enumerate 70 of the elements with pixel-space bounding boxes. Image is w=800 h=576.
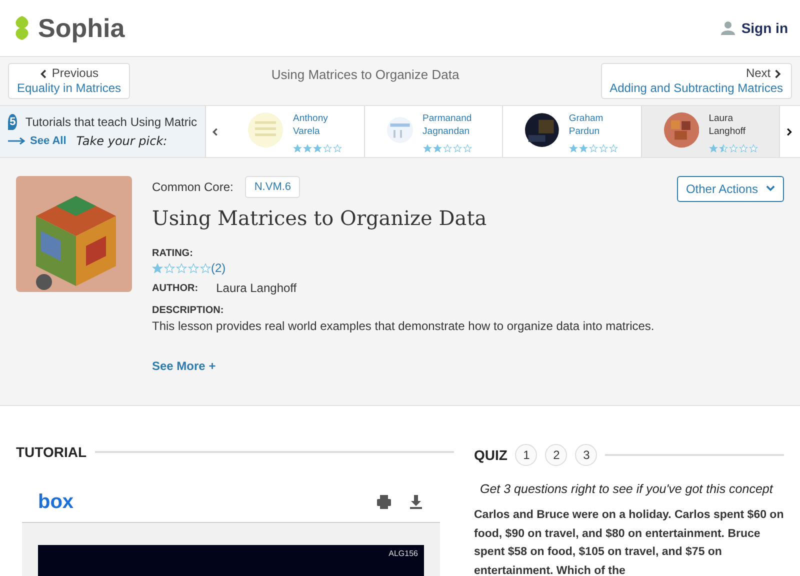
star-icon: [293, 144, 302, 153]
star-icon: [728, 144, 738, 153]
star-icon: [598, 144, 608, 153]
star-icon: [452, 144, 462, 153]
star-icon: [748, 144, 758, 153]
author-name: Laura Langhoff: [216, 281, 297, 295]
standard-tag[interactable]: N.VM.6: [245, 176, 300, 198]
slide-label: ALG156: [388, 549, 418, 560]
chevron-right-icon: [786, 126, 794, 136]
chevron-down-icon: [766, 184, 775, 194]
question-number[interactable]: 2: [545, 444, 568, 466]
next-button[interactable]: Next Adding and Subtracting Matrices: [600, 63, 792, 99]
sign-in-link[interactable]: Sign in: [741, 20, 788, 36]
star-icon: [588, 144, 598, 153]
tagline: Take your pick:: [76, 134, 168, 148]
arrow-icon: [8, 137, 26, 145]
author-name: Anthony Varela: [293, 112, 329, 138]
rating-count[interactable]: (2): [211, 261, 226, 275]
tutorial-heading: TUTORIAL: [16, 444, 87, 460]
star-icon: [422, 144, 432, 153]
star-icon: [200, 262, 211, 274]
star-icon: [738, 144, 748, 153]
see-all-link[interactable]: See All: [8, 135, 66, 147]
lesson-title: Using Matrices to Organize Data: [152, 206, 488, 230]
star-icon: [718, 144, 728, 153]
star-icon: [568, 144, 578, 153]
other-actions-button[interactable]: Other Actions: [676, 176, 784, 202]
star-icon: [152, 262, 163, 274]
star-icon: [708, 144, 718, 153]
author-name: Graham Pardun: [568, 112, 604, 138]
current-lesson-title: Using Matrices to Organize Data: [271, 67, 460, 82]
tutorial-card[interactable]: Anthony Varela: [226, 106, 364, 157]
question-text: Carlos and Bruce were on a holiday. Carlos spent $60 on food, $90 on travel, and $80 on entertainment. Bruce spent $58 on food, $105 on travel, and $75 on entertainment. Which of the: [474, 508, 784, 576]
previous-button[interactable]: Previous Equality in Matrices: [8, 63, 130, 99]
tutorials-heading: Tutorials that teach Using Matric: [25, 115, 197, 129]
see-more-link[interactable]: See More +: [152, 359, 657, 373]
chevron-left-icon: [40, 68, 48, 79]
author-name: Laura Langhoff: [708, 112, 746, 138]
chevron-left-icon: [212, 126, 220, 136]
question-number[interactable]: 1: [515, 444, 538, 466]
star-icon: [442, 144, 452, 153]
download-icon[interactable]: [408, 494, 424, 510]
star-icon: [608, 144, 618, 153]
common-core-label: Common Core:: [152, 180, 234, 194]
star-icon: [303, 144, 312, 153]
star-icon: [333, 144, 342, 153]
star-icon: [462, 144, 472, 153]
chevron-right-icon: [774, 68, 783, 79]
author-name: Parmanand Jagnandan: [422, 112, 473, 138]
star-icon: [313, 144, 322, 153]
description-text: This lesson provides real world examples that demonstrate how to organize data into matrices.: [152, 319, 656, 333]
user-icon: [721, 21, 736, 35]
tutorial-card[interactable]: Parmanand Jagnandan: [364, 106, 503, 157]
star-icon: [578, 144, 588, 153]
tutorial-card[interactable]: Laura Langhoff: [642, 106, 780, 157]
star-icon: [164, 262, 175, 274]
count-badge: 5: [8, 114, 18, 130]
description-label: DESCRIPTION:: [152, 305, 225, 316]
tutorial-card[interactable]: Graham Pardun: [503, 106, 642, 157]
author-label: AUTHOR:: [152, 282, 198, 294]
star-icon: [432, 144, 442, 153]
logo-text[interactable]: Sophia: [38, 12, 125, 44]
star-icon: [188, 262, 199, 274]
star-icon: [323, 144, 332, 153]
star-icon: [176, 262, 187, 274]
viewer-logo: box: [38, 490, 74, 514]
quiz-tagline: Get 3 questions right to see if you've got this concept: [480, 482, 774, 496]
rating-label: RATING:: [152, 248, 194, 259]
quiz-heading: QUIZ: [474, 447, 508, 463]
question-number[interactable]: 3: [575, 444, 598, 466]
